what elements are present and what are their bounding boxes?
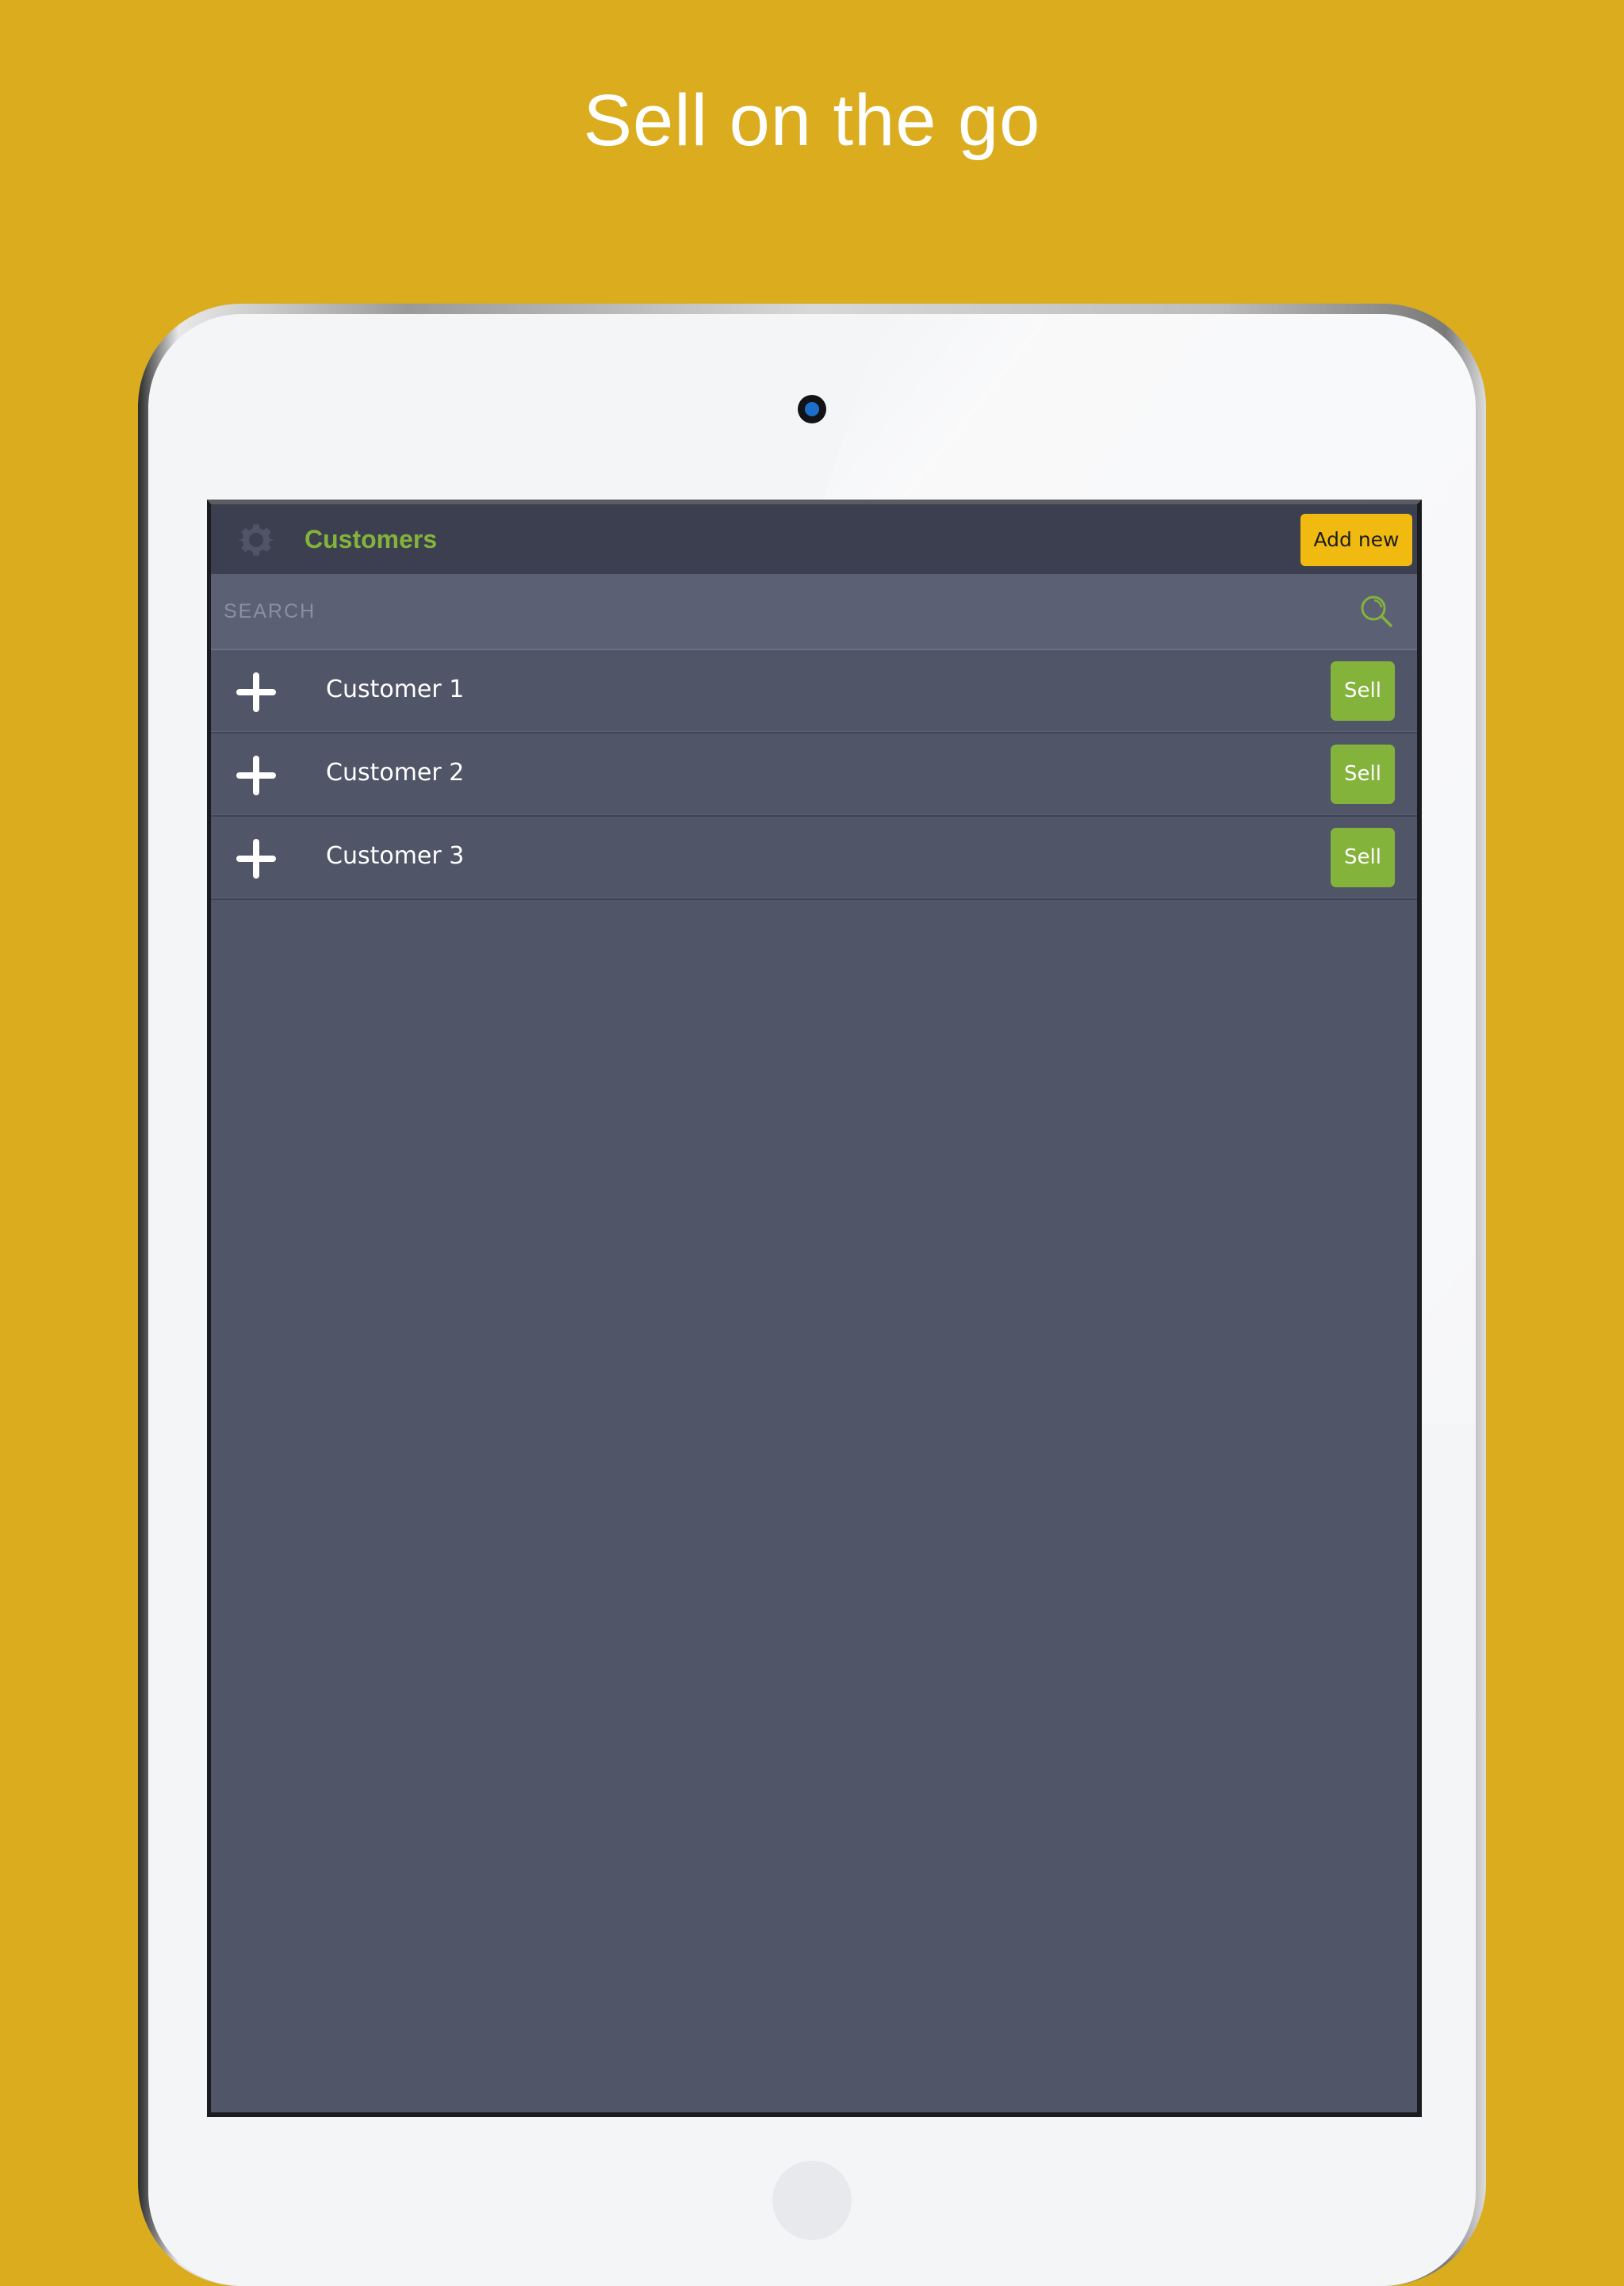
- customer-name: Customer 2: [326, 759, 465, 787]
- plus-icon[interactable]: [236, 672, 276, 712]
- app-screen: Customers Add new Customer 1 Sell Custom…: [207, 500, 1422, 2117]
- front-camera-icon: [798, 395, 826, 423]
- add-new-button[interactable]: Add new: [1300, 514, 1412, 566]
- home-button: [772, 2161, 852, 2240]
- gear-icon[interactable]: [236, 520, 276, 560]
- camera-lens: [805, 402, 819, 416]
- customer-row[interactable]: Customer 1 Sell: [211, 650, 1417, 733]
- page-title: Customers: [304, 525, 438, 553]
- customer-name: Customer 3: [326, 842, 465, 870]
- screen-edge: [1417, 500, 1422, 1292]
- sell-button[interactable]: Sell: [1331, 745, 1395, 804]
- app-header: Customers Add new: [211, 504, 1417, 574]
- plus-icon[interactable]: [236, 756, 276, 795]
- search-input[interactable]: [224, 592, 1254, 631]
- search-bar: [211, 574, 1417, 650]
- sell-button[interactable]: Sell: [1331, 661, 1395, 721]
- customer-name: Customer 1: [326, 676, 465, 703]
- customer-row[interactable]: Customer 2 Sell: [211, 733, 1417, 817]
- plus-icon[interactable]: [236, 839, 276, 879]
- promo-headline: Sell on the go: [583, 80, 1041, 161]
- sell-button[interactable]: Sell: [1331, 828, 1395, 887]
- search-icon[interactable]: [1358, 593, 1395, 630]
- customer-list: Customer 1 Sell Customer 2 Sell Customer…: [211, 650, 1417, 900]
- customer-row[interactable]: Customer 3 Sell: [211, 817, 1417, 900]
